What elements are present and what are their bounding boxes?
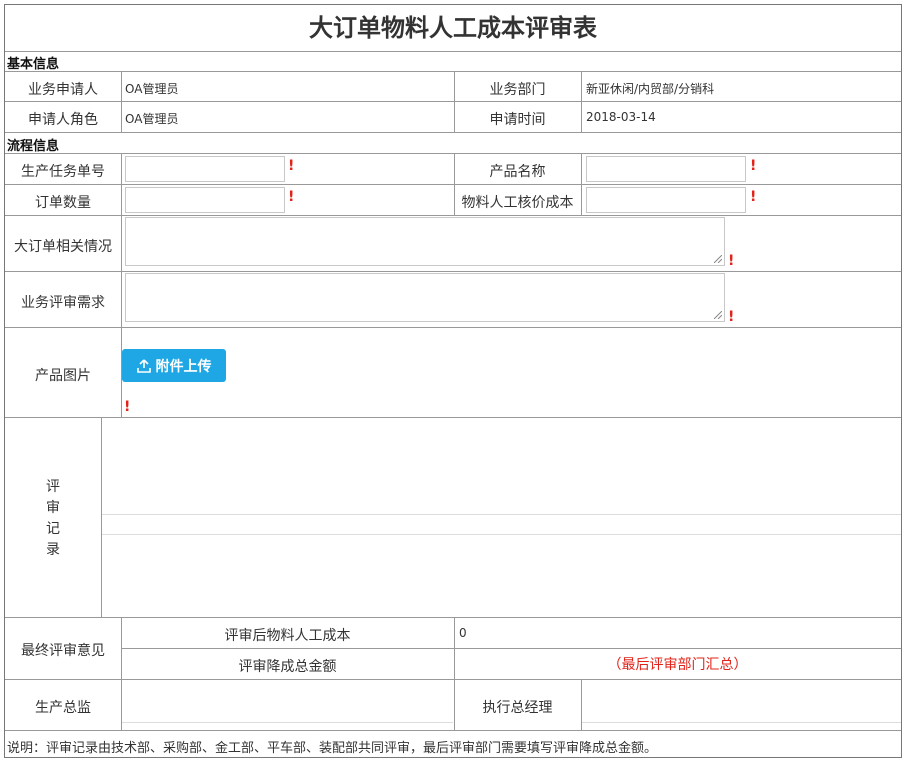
divider	[5, 132, 901, 133]
task-no-label: 生产任务单号	[21, 164, 105, 180]
resize-grip-icon[interactable]	[714, 311, 722, 319]
divider	[5, 101, 901, 102]
role-label: 申请人角色	[28, 112, 98, 128]
final-opinion-label: 最终评审意见	[21, 643, 105, 659]
prod-director-label: 生产总监	[35, 700, 91, 716]
required-mark: !	[288, 158, 295, 174]
divider	[5, 71, 901, 72]
order-info-textarea[interactable]	[125, 217, 725, 266]
order-qty-input[interactable]	[125, 187, 285, 213]
applicant-value: OA管理员	[125, 82, 179, 96]
required-mark: !	[750, 158, 757, 174]
upload-icon	[136, 358, 151, 373]
divider	[5, 153, 901, 154]
required-mark: !	[750, 189, 757, 205]
product-name-label: 产品名称	[489, 164, 546, 180]
divider	[5, 51, 901, 52]
section-process-info: 流程信息	[7, 139, 60, 154]
divider	[581, 71, 582, 132]
role-value: OA管理员	[125, 112, 179, 126]
after-cost-label: 评审后物料人工成本	[224, 628, 351, 644]
divider	[581, 153, 582, 215]
task-no-input[interactable]	[125, 156, 285, 182]
divider	[5, 679, 901, 680]
dept-value: 新亚休闲/内贸部/分销科	[586, 82, 715, 96]
review-need-label: 业务评审需求	[21, 295, 105, 311]
upload-button[interactable]: 附件上传	[122, 349, 226, 382]
divider	[121, 101, 122, 132]
applicant-label: 业务申请人	[28, 82, 98, 98]
divider	[5, 327, 901, 328]
time-value: 2018-03-14	[586, 110, 656, 124]
upload-button-label: 附件上传	[155, 358, 212, 375]
order-info-label: 大订单相关情况	[14, 239, 112, 255]
product-image-label: 产品图片	[35, 368, 91, 384]
cost-input[interactable]	[586, 187, 746, 213]
product-name-input[interactable]	[586, 156, 746, 182]
exec-manager-label: 执行总经理	[482, 700, 553, 716]
divider	[121, 648, 901, 649]
divider	[5, 215, 901, 216]
reduce-amount-note: （最后评审部门汇总）	[607, 657, 748, 673]
resize-grip-icon[interactable]	[714, 255, 722, 263]
divider	[5, 617, 901, 618]
review-form: 大订单物料人工成本评审表 基本信息 业务申请人 OA管理员 业务部门 新亚休闲/…	[4, 4, 902, 758]
divider	[121, 71, 122, 101]
exec-manager-sign-line	[582, 722, 901, 723]
review-record-label: 评审记录	[46, 479, 60, 558]
cost-label: 物料人工核价成本	[461, 195, 574, 211]
required-mark: !	[124, 399, 131, 415]
review-record-row	[102, 514, 901, 535]
divider	[5, 730, 901, 731]
prod-director-sign-line	[122, 722, 453, 723]
required-mark: !	[728, 253, 735, 269]
footer-note: 说明：评审记录由技术部、采购部、金工部、平车部、装配部共同评审，最后评审部门需要…	[7, 741, 658, 756]
after-cost-value: 0	[459, 626, 467, 640]
review-need-textarea[interactable]	[125, 273, 725, 322]
section-basic-info: 基本信息	[7, 57, 60, 72]
divider	[5, 184, 901, 185]
divider	[5, 271, 901, 272]
time-label: 申请时间	[489, 112, 546, 128]
required-mark: !	[728, 309, 735, 325]
form-title: 大订单物料人工成本评审表	[309, 14, 597, 42]
reduce-amount-label: 评审降成总金额	[238, 659, 337, 675]
divider	[5, 417, 901, 418]
required-mark: !	[288, 189, 295, 205]
dept-label: 业务部门	[489, 82, 546, 98]
order-qty-label: 订单数量	[35, 195, 91, 211]
